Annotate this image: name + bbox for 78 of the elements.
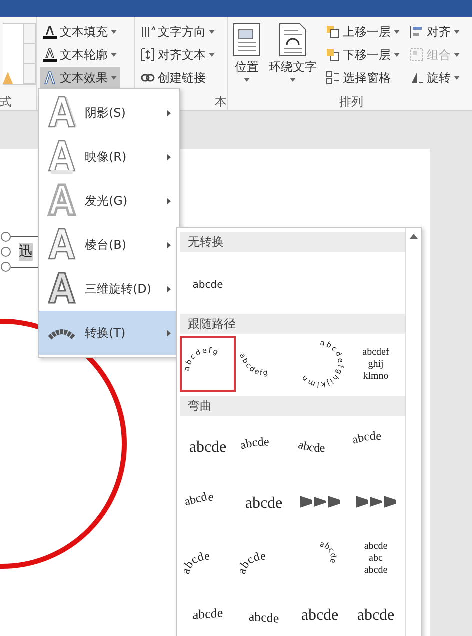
glow-letter-icon <box>47 183 77 219</box>
text-preview: abcde <box>238 482 290 522</box>
group-label: 式 <box>0 94 13 110</box>
caret-icon <box>209 30 215 34</box>
ribbon-command[interactable]: 上移一层 <box>323 21 403 43</box>
submenu-arrow-icon <box>167 110 171 116</box>
ribbon-command[interactable]: 文字方向 <box>138 21 218 43</box>
align-objects-icon <box>410 25 424 39</box>
transform-option[interactable]: abcde <box>348 586 404 636</box>
caret-icon <box>454 53 460 57</box>
ribbon-command[interactable]: 对齐文本 <box>138 44 218 66</box>
selected-text: 迅 <box>19 243 33 261</box>
submenu-arrow-icon <box>167 330 171 336</box>
ribbon-command[interactable]: 对齐 <box>407 21 463 43</box>
ribbon-large-button[interactable]: 位置 <box>231 21 263 94</box>
transform-option[interactable]: abcde <box>236 474 292 530</box>
text-preview: abcde <box>238 594 290 634</box>
ribbon-command[interactable]: 文本效果 <box>40 67 120 89</box>
group-objects-icon <box>410 48 424 62</box>
wrap-text-icon <box>279 23 307 57</box>
menu-item[interactable]: 三维旋转(D) <box>39 267 179 311</box>
scrollbar[interactable] <box>405 228 421 636</box>
text-effects-icon <box>43 71 57 85</box>
transform-option[interactable]: abcde <box>180 418 236 474</box>
caret-icon <box>394 30 400 34</box>
bring-forward-icon <box>326 25 340 39</box>
menu-item[interactable]: 转换(T) <box>39 311 179 355</box>
ribbon-command[interactable]: 下移一层 <box>323 44 403 66</box>
section-header: 弯曲 <box>180 396 405 416</box>
transform-option[interactable]: abcde <box>180 586 236 636</box>
ribbon-large-button[interactable]: 环绕文字 <box>267 21 319 94</box>
scroll-up-icon[interactable] <box>410 234 418 239</box>
caret-icon <box>111 30 117 34</box>
submenu-arrow-icon <box>167 242 171 248</box>
menu-item[interactable]: 发光(G) <box>39 179 179 223</box>
caret-icon <box>244 78 250 82</box>
text-direction-icon <box>141 25 155 39</box>
text-outline-icon <box>43 48 57 62</box>
align-text-icon <box>141 48 155 62</box>
gallery-scrollbar[interactable] <box>24 23 36 85</box>
caret-icon <box>454 76 460 80</box>
caret-icon <box>290 78 296 82</box>
ribbon-command[interactable]: 文本轮廓 <box>40 44 120 66</box>
section-header: 跟随路径 <box>180 314 405 334</box>
text-preview: abcde <box>182 262 234 302</box>
submenu-arrow-icon <box>167 198 171 204</box>
caret-icon <box>111 53 117 57</box>
ribbon-command[interactable]: 创建链接 <box>138 67 218 89</box>
rotated-letter-icon <box>47 271 77 307</box>
ribbon-command[interactable]: 文本填充 <box>40 21 120 43</box>
menu-item[interactable]: 棱台(B) <box>39 223 179 267</box>
menu-item[interactable]: 阴影(S) <box>39 91 179 135</box>
transform-option[interactable]: abcde <box>180 254 236 310</box>
rotate-icon <box>410 71 424 85</box>
ribbon-command[interactable]: 旋转 <box>407 67 463 89</box>
transform-option[interactable]: abcde <box>292 586 348 636</box>
caret-icon <box>454 30 460 34</box>
submenu-arrow-icon <box>167 286 171 292</box>
caret-icon <box>111 76 117 80</box>
transform-option[interactable]: abcde <box>236 586 292 636</box>
font-color-icon <box>43 25 57 39</box>
section-header: 无转换 <box>180 232 405 252</box>
text-preview: abcde <box>182 426 234 466</box>
style-swatch-icon <box>3 70 13 84</box>
reflection-letter-icon <box>47 139 77 175</box>
position-icon <box>233 23 261 57</box>
caret-icon <box>394 53 400 57</box>
selection-pane-icon <box>326 71 340 85</box>
text-preview: abcde <box>182 594 234 634</box>
group-label: 排列 <box>338 94 364 110</box>
caret-icon <box>209 53 215 57</box>
submenu-arrow-icon <box>167 154 171 160</box>
ribbon-command[interactable]: 选择窗格 <box>323 67 403 89</box>
group-label: 本 <box>214 94 227 110</box>
send-backward-icon <box>326 48 340 62</box>
text-preview: abcde <box>350 594 402 634</box>
text-preview: abcde <box>294 594 346 634</box>
menu-item[interactable]: 映像(R) <box>39 135 179 179</box>
